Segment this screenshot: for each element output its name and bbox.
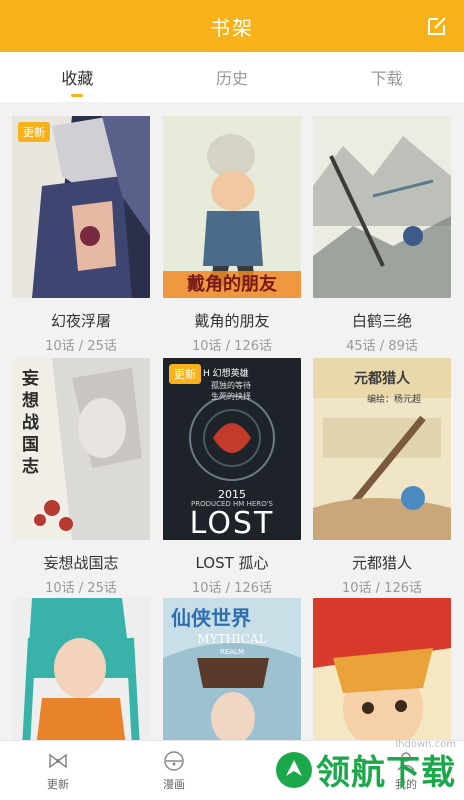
comic-cover [313, 116, 451, 298]
comic-cover: 更新 [12, 116, 150, 298]
nav-comics[interactable]: 漫画 [116, 741, 232, 800]
comic-progress: 10话 / 126话 [342, 581, 422, 596]
comic-progress: 10话 / 25话 [45, 581, 117, 596]
cover-title: 戴角的朋友 [187, 274, 277, 295]
cover-subtitle: MYTHICAL [197, 632, 267, 646]
nav-updates[interactable]: 更新 [0, 741, 116, 800]
comic-card[interactable]: 白鹤三绝 45话 / 89话 [313, 116, 451, 354]
comic-progress: 10话 / 25话 [45, 339, 117, 354]
cover-title: LOST [189, 506, 275, 540]
comic-card[interactable]: 妄想战国志 妄想战国志 10话 / 25话 [12, 358, 150, 596]
comic-progress: 45话 / 89话 [346, 339, 418, 354]
comic-card[interactable]: 元都猎人 编绘：杨元超 元都猎人 10话 / 126话 [313, 358, 451, 596]
tab-label: 历史 [216, 69, 249, 88]
comic-card[interactable] [12, 598, 150, 740]
cover-title: 元都猎人 [354, 371, 410, 387]
comic-card[interactable]: 更新 幻夜浮屠 10话 / 25话 [12, 116, 150, 354]
nav-label: 更新 [47, 778, 69, 791]
comic-card[interactable]: 更新 H 幻想英雄 孤独的等待 生死的抉择 2015 PRODUCED HM H… [163, 358, 301, 596]
comic-title: LOST 孤心 [195, 554, 269, 572]
tab-label: 收藏 [61, 69, 94, 88]
comic-title: 妄想战国志 [43, 554, 119, 572]
comic-title: 戴角的朋友 [194, 312, 270, 330]
comic-cover: 元都猎人 编绘：杨元超 [313, 358, 451, 540]
bell-icon [164, 751, 184, 771]
tab-indicator [71, 94, 84, 97]
cover-title: 妄想战国志 [22, 369, 39, 477]
comic-grid: 更新 幻夜浮屠 10话 / 25话 戴角的朋友 戴角的朋友 10话 / 126话 [0, 102, 464, 740]
cover-subtitle: REALM [219, 648, 244, 656]
comic-title: 白鹤三绝 [351, 312, 412, 330]
watermark: 领航下载 [274, 745, 456, 794]
comic-title: 幻夜浮屠 [50, 312, 111, 330]
comic-cover: 戴角的朋友 [163, 116, 301, 298]
comic-progress: 10话 / 126话 [192, 339, 272, 354]
cover-author: 编绘：杨元超 [367, 395, 422, 405]
app-header: 书架 [0, 0, 464, 52]
comic-progress: 10话 / 126话 [192, 581, 272, 596]
comic-cover: 仙侠世界 MYTHICAL REALM [163, 598, 301, 740]
comic-card[interactable]: 戴角的朋友 戴角的朋友 10话 / 126话 [163, 116, 301, 354]
watermark-text: 领航下载 [316, 753, 456, 793]
update-badge: 更新 [18, 122, 50, 142]
page-title: 书架 [210, 15, 254, 40]
update-badge: 更新 [169, 364, 201, 384]
cover-tagline: 生死的抉择 [211, 392, 251, 401]
nav-label: 漫画 [163, 778, 185, 791]
tab-downloads[interactable]: 下载 [309, 52, 464, 102]
comic-cover: 更新 H 幻想英雄 孤独的等待 生死的抉择 2015 PRODUCED HM H… [163, 358, 301, 540]
edit-icon [428, 17, 446, 35]
comic-title: 元都猎人 [351, 554, 412, 572]
tab-label: 下载 [370, 69, 403, 88]
comic-card[interactable]: 仙侠世界 MYTHICAL REALM [163, 598, 301, 740]
cover-tagline: 孤独的等待 [211, 381, 251, 390]
comic-cover [12, 598, 150, 740]
comic-card[interactable] [313, 598, 451, 740]
bow-icon [49, 753, 67, 769]
publisher-logo: H 幻想英雄 [203, 369, 249, 379]
cover-title: 仙侠世界 [171, 606, 251, 630]
comic-cover: 妄想战国志 [12, 358, 150, 540]
comic-cover [313, 598, 451, 740]
edit-button[interactable] [426, 15, 448, 37]
watermark-logo-icon [276, 751, 312, 788]
tab-history[interactable]: 历史 [155, 52, 310, 102]
shelf-tabs: 收藏 历史 下载 [0, 52, 464, 102]
tab-favorites[interactable]: 收藏 [0, 52, 155, 102]
